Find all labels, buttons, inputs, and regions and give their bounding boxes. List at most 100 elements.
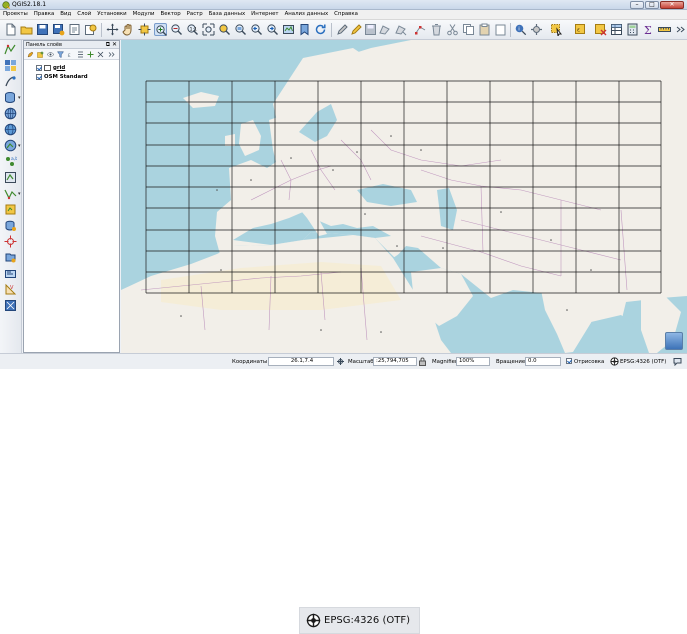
menu-help[interactable]: Справка	[334, 10, 358, 19]
rotation-spinbox[interactable]: 0.0	[525, 357, 561, 366]
menu-vector[interactable]: Вектор	[161, 10, 181, 19]
toolbar-overflow-icon[interactable]	[674, 23, 687, 36]
remove-layer-icon[interactable]	[97, 51, 104, 58]
save-as-icon[interactable]	[52, 23, 65, 36]
add-wms-layer-icon[interactable]	[4, 107, 17, 120]
expand-all-icon[interactable]	[77, 51, 84, 58]
open-project-icon[interactable]	[20, 23, 33, 36]
zoom-to-layer-icon[interactable]	[234, 23, 247, 36]
zoom-actual-size-icon[interactable]: 1:1	[186, 23, 199, 36]
zoom-full-icon[interactable]	[202, 23, 215, 36]
add-group-icon[interactable]	[37, 51, 44, 58]
field-calculator-icon[interactable]	[626, 23, 639, 36]
toggle-editing-icon[interactable]	[350, 23, 363, 36]
gps-crosshair-icon[interactable]	[4, 235, 17, 248]
composer-manager-icon[interactable]	[84, 23, 97, 36]
select-by-expression-icon[interactable]: ε	[574, 23, 587, 36]
messages-icon[interactable]	[673, 357, 682, 366]
node-tool-icon[interactable]	[414, 23, 427, 36]
select-features-icon[interactable]	[550, 23, 563, 36]
move-feature-icon[interactable]	[394, 23, 407, 36]
copy-features-icon[interactable]	[462, 23, 475, 36]
menu-raster[interactable]: Растр	[187, 10, 203, 19]
coordinate-toggle-icon[interactable]	[336, 357, 345, 366]
new-map-view-icon[interactable]	[282, 23, 295, 36]
menu-database[interactable]: База данных	[209, 10, 245, 19]
menu-edit[interactable]: Правка	[34, 10, 55, 19]
add-delimited-text-icon[interactable]: a,b	[4, 155, 17, 168]
zoom-to-selection-icon[interactable]	[218, 23, 231, 36]
map-overview-button[interactable]	[665, 332, 683, 350]
add-wcs-layer-icon[interactable]	[4, 123, 17, 136]
add-virtual-layer-icon[interactable]	[4, 267, 17, 280]
save-edits-icon[interactable]	[364, 23, 377, 36]
statistics-sum-icon[interactable]: Σ	[642, 23, 655, 36]
save-project-icon[interactable]	[36, 23, 49, 36]
zoom-next-icon[interactable]	[266, 23, 279, 36]
crs-label[interactable]: EPSG:4326 (OTF)	[620, 358, 666, 366]
zoom-out-icon[interactable]	[170, 23, 183, 36]
add-feature-icon[interactable]	[378, 23, 391, 36]
collapse-all-icon[interactable]	[87, 51, 94, 58]
add-vector-layer-icon[interactable]	[4, 43, 17, 56]
paste-features-icon[interactable]	[478, 23, 491, 36]
refresh-icon[interactable]	[314, 23, 327, 36]
zoom-in-icon[interactable]	[154, 23, 167, 36]
identify-features-icon[interactable]: i	[514, 23, 527, 36]
layer-visibility-checkbox[interactable]	[36, 73, 42, 80]
filter-expression-icon[interactable]: ε	[67, 51, 74, 58]
zoom-last-icon[interactable]	[250, 23, 263, 36]
show-bookmarks-icon[interactable]	[298, 23, 311, 36]
crs-globe-icon[interactable]	[610, 357, 619, 366]
pan-tool-icon[interactable]	[106, 23, 119, 36]
new-shapefile-icon[interactable]	[4, 203, 17, 216]
lock-scale-icon[interactable]	[418, 357, 427, 366]
manage-visibility-icon[interactable]	[47, 51, 54, 58]
menu-projects[interactable]: Проекты	[3, 10, 28, 19]
panel-float-close-buttons[interactable]: ⧉ ✕	[106, 41, 117, 49]
attribute-table-icon[interactable]	[610, 23, 623, 36]
print-composer-icon[interactable]	[68, 23, 81, 36]
add-arcgis-layer-icon[interactable]: V	[4, 283, 17, 296]
add-mssql-layer-icon[interactable]	[4, 171, 17, 184]
add-spatialite-layer-icon[interactable]: ▾	[4, 91, 21, 104]
menu-layer[interactable]: Слой	[77, 10, 91, 19]
new-project-icon[interactable]	[4, 23, 17, 36]
delete-selected-icon[interactable]	[430, 23, 443, 36]
panel-overflow-icon[interactable]	[108, 51, 115, 58]
add-raster-layer-icon[interactable]	[4, 59, 17, 72]
deselect-features-icon[interactable]	[594, 23, 607, 36]
measure-line-icon[interactable]	[658, 23, 671, 36]
map-canvas[interactable]	[121, 40, 687, 353]
status-bar: Координаты 26.1,7.4 Масштаб :25,794,705 …	[0, 353, 687, 369]
new-spatialite-layer-icon[interactable]	[4, 219, 17, 232]
run-action-icon[interactable]	[530, 23, 543, 36]
magnifier-spinbox[interactable]: 100%	[456, 357, 490, 366]
add-postgis-layer-icon[interactable]	[4, 75, 17, 88]
menu-processing[interactable]: Анализ данных	[285, 10, 329, 19]
layer-item-grid[interactable]: grid	[36, 64, 65, 71]
layer-visibility-checkbox[interactable]	[36, 64, 42, 71]
digitize-pen-icon[interactable]	[336, 23, 349, 36]
filter-legend-icon[interactable]	[57, 51, 64, 58]
menu-plugins[interactable]: Модули	[133, 10, 155, 19]
menu-view[interactable]: Вид	[60, 10, 71, 19]
scale-combobox[interactable]: :25,794,705	[373, 357, 417, 366]
add-oracle-layer-icon[interactable]: ▾	[4, 187, 21, 200]
minimize-button[interactable]: –	[630, 1, 644, 9]
pan-hand-icon[interactable]	[122, 23, 135, 36]
pan-to-selection-icon[interactable]	[138, 23, 151, 36]
add-gpx-layer-icon[interactable]	[4, 251, 17, 264]
style-manager-icon[interactable]	[27, 51, 34, 58]
maximize-button[interactable]: □	[645, 1, 659, 9]
close-button[interactable]: ✕	[660, 1, 684, 9]
render-checkbox[interactable]	[566, 358, 572, 364]
cut-features-icon[interactable]	[446, 23, 459, 36]
add-wfs-layer-icon[interactable]: ▾	[4, 139, 21, 152]
menu-web[interactable]: Интернет	[251, 10, 278, 19]
undo-icon[interactable]	[494, 23, 507, 36]
menu-settings[interactable]: Установки	[97, 10, 126, 19]
layer-item-osm-standard[interactable]: OSM Standard	[36, 73, 88, 80]
add-wms-tile-icon[interactable]	[4, 299, 17, 312]
coordinate-field[interactable]: 26.1,7.4	[268, 357, 334, 366]
